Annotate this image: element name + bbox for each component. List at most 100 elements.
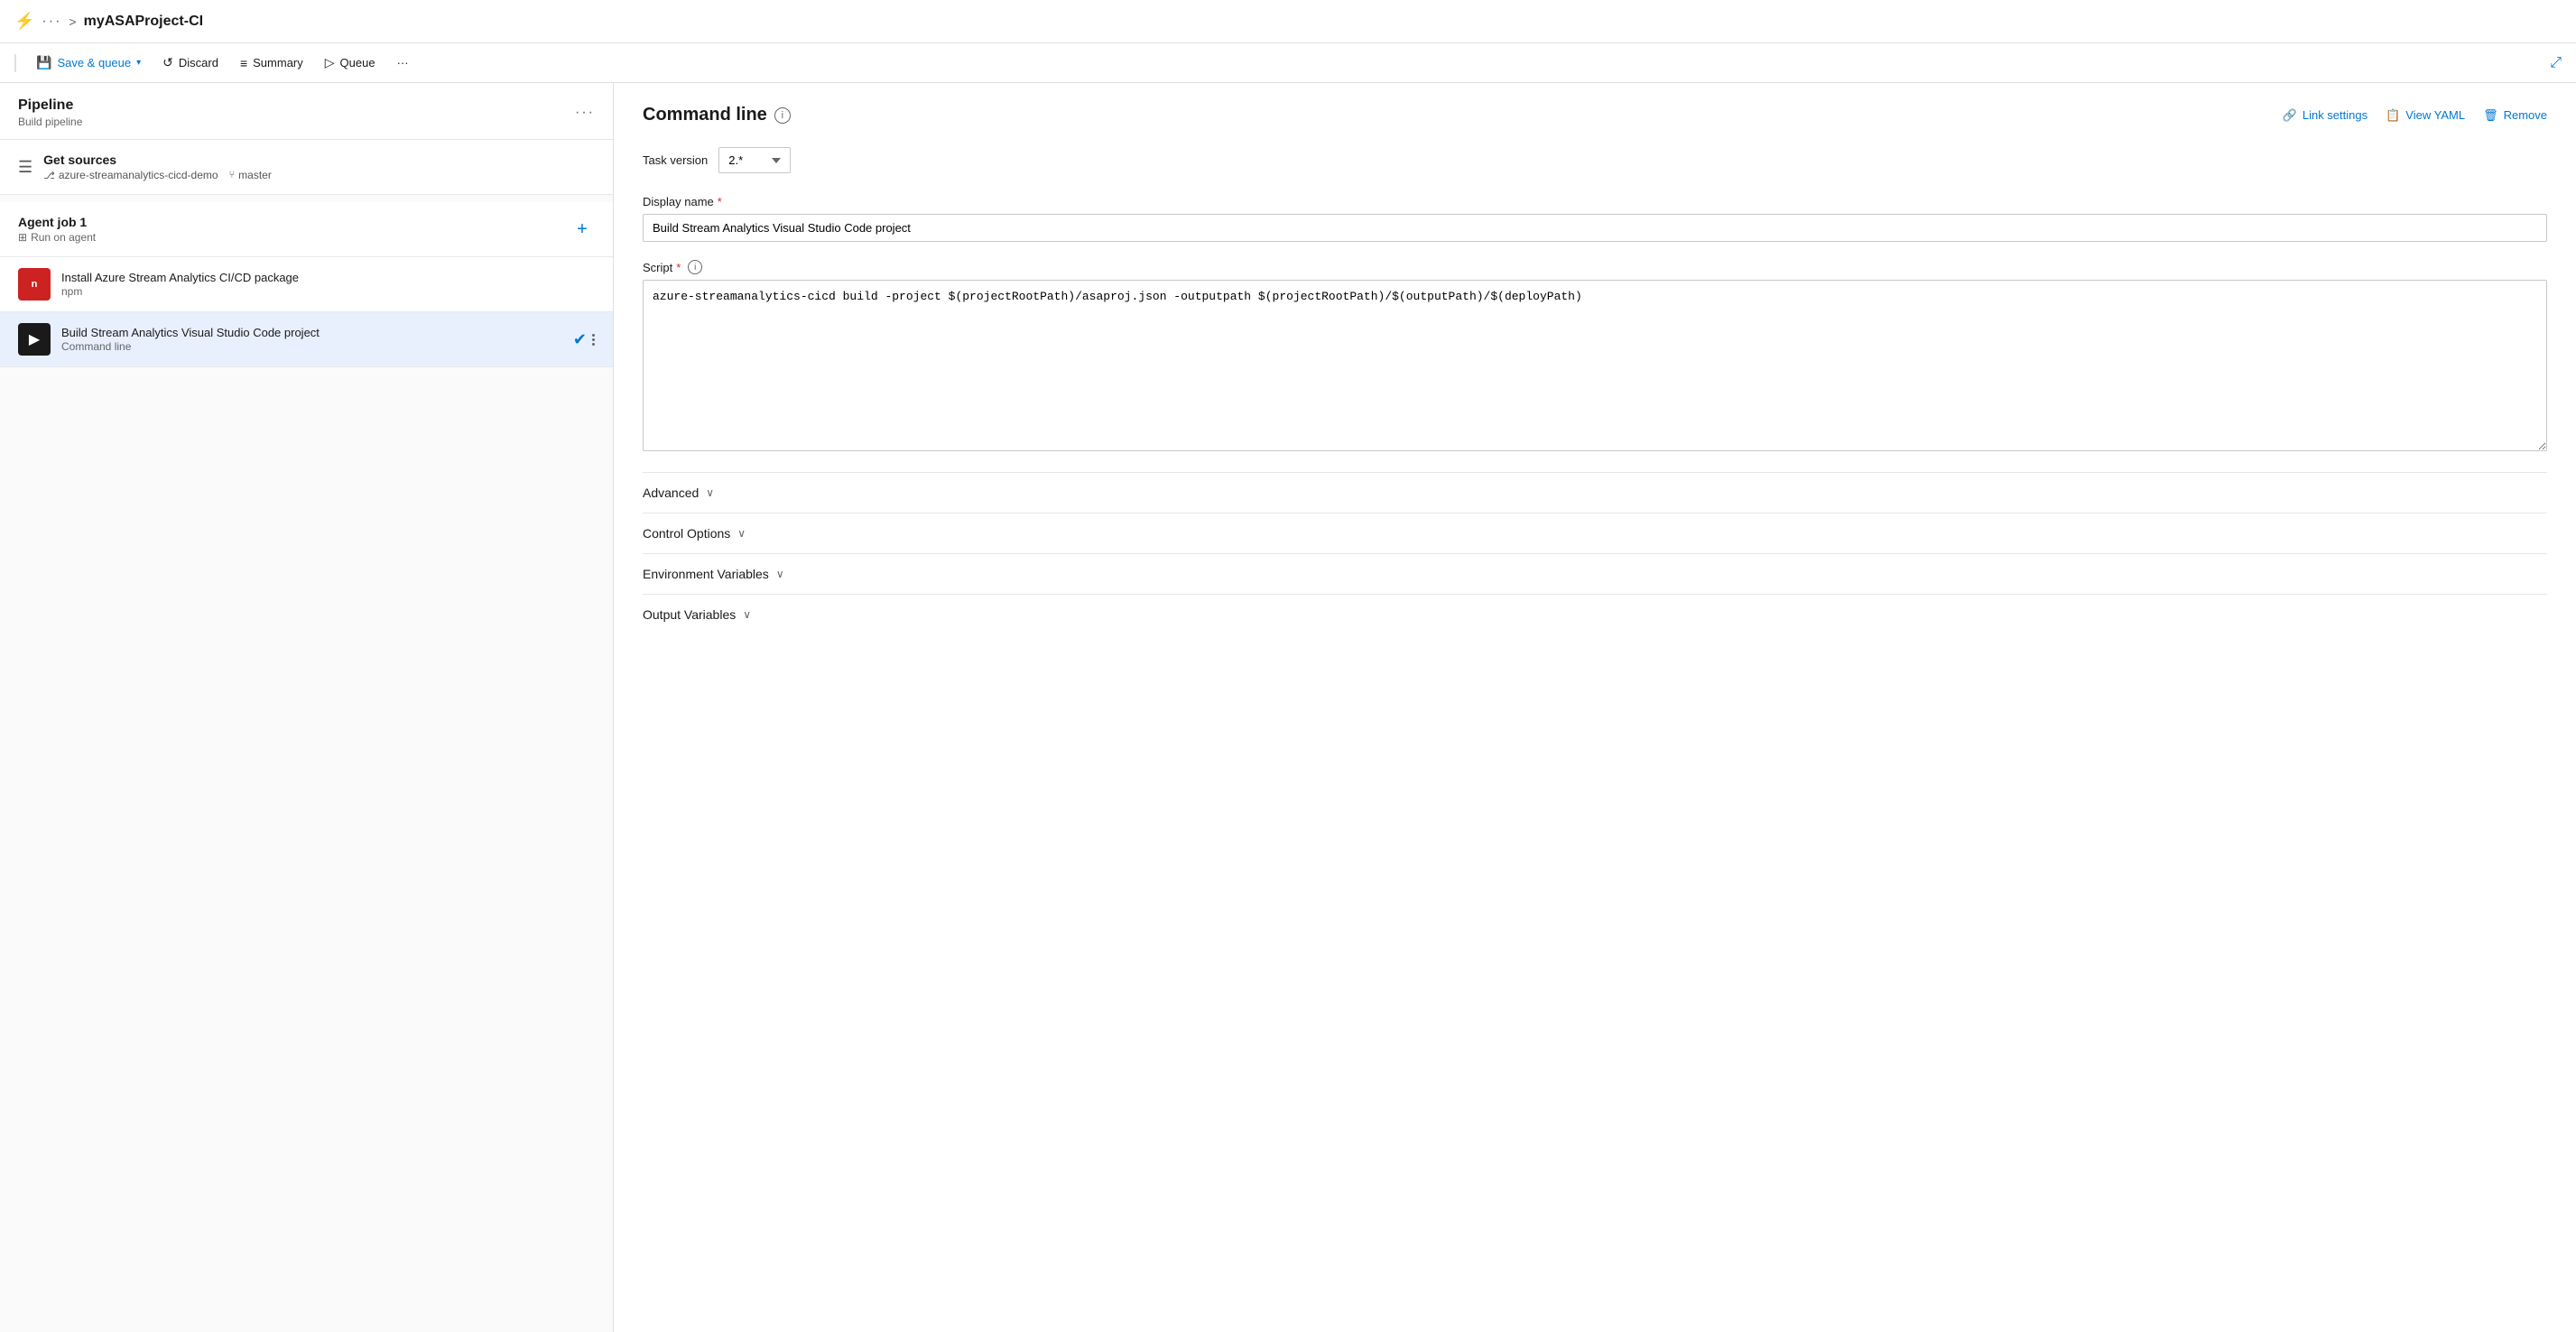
collapse-chevron-output-variables: ∨ <box>743 608 751 621</box>
task-version-select[interactable]: 2.* <box>718 147 791 173</box>
queue-button[interactable]: ▷ Queue <box>316 50 385 76</box>
topbar-title: myASAProject-CI <box>84 14 203 30</box>
section-output-variables: Output Variables ∨ <box>643 594 2547 634</box>
link-settings-button[interactable]: 🔗 Link settings <box>2283 108 2368 123</box>
yaml-icon: 📋 <box>2386 108 2400 123</box>
save-icon: 💾 <box>36 55 51 70</box>
discard-label: Discard <box>179 56 218 69</box>
task-cmd-subtitle: Command line <box>61 340 562 353</box>
get-sources-content: Get sources ⎇ azure-streamanalytics-cicd… <box>43 153 272 181</box>
pipeline-title-section: Pipeline Build pipeline <box>18 97 82 128</box>
script-textarea[interactable]: azure-streamanalytics-cicd build -projec… <box>643 280 2547 451</box>
main-layout: Pipeline Build pipeline ··· ☰ Get source… <box>0 83 2576 1332</box>
remove-button[interactable]: 🗑 Remove <box>2483 108 2547 123</box>
collapse-header-control-options[interactable]: Control Options ∨ <box>643 526 2547 541</box>
toolbar-more-button[interactable]: ··· <box>388 51 418 75</box>
cmd-info-icon[interactable]: i <box>774 107 791 124</box>
toolbar-more-dots: ··· <box>397 56 409 69</box>
pipeline-title: Pipeline <box>18 97 82 114</box>
cmd-task-icon: ▶ <box>18 323 51 356</box>
section-environment-variables: Environment Variables ∨ <box>643 553 2547 594</box>
dot2 <box>592 338 595 341</box>
topbar-more-button[interactable]: ··· <box>42 14 61 30</box>
task-npm-name: Install Azure Stream Analytics CI/CD pac… <box>61 271 595 284</box>
script-label: Script * i <box>643 260 2547 274</box>
section-advanced: Advanced ∨ <box>643 472 2547 513</box>
display-name-group: Display name * <box>643 195 2547 242</box>
view-yaml-label: View YAML <box>2405 108 2465 122</box>
topbar: ⚡ ··· > myASAProject-CI <box>0 0 2576 43</box>
script-group: Script * i azure-streamanalytics-cicd bu… <box>643 260 2547 454</box>
task-version-label: Task version <box>643 153 708 167</box>
toolbar-border <box>14 54 16 72</box>
view-yaml-button[interactable]: 📋 View YAML <box>2386 108 2465 123</box>
task-npm-item[interactable]: n Install Azure Stream Analytics CI/CD p… <box>0 257 613 312</box>
agent-job-title: Agent job 1 <box>18 215 96 229</box>
collapse-header-advanced[interactable]: Advanced ∨ <box>643 486 2547 500</box>
get-sources-branch: ⑂ master <box>229 169 272 181</box>
agent-job-subtitle: ⊞ Run on agent <box>18 231 96 244</box>
add-task-button[interactable]: + <box>570 217 595 242</box>
save-queue-button[interactable]: 💾 Save & queue ▾ <box>27 50 150 76</box>
pipeline-subtitle: Build pipeline <box>18 116 82 128</box>
cmd-icon-label: ▶ <box>29 330 40 348</box>
collapse-chevron-control-options: ∨ <box>737 527 746 540</box>
task-cmd-actions: ✔ <box>573 330 595 349</box>
collapse-label-output-variables: Output Variables <box>643 607 736 622</box>
cmd-title: Command line <box>643 105 767 125</box>
agent-job-subtitle-text: Run on agent <box>31 231 96 244</box>
task-check-icon: ✔ <box>573 330 587 349</box>
task-cmd-item[interactable]: ▶ Build Stream Analytics Visual Studio C… <box>0 312 613 367</box>
display-name-input[interactable] <box>643 214 2547 242</box>
cmd-title-area: Command line i <box>643 105 791 125</box>
expand-button[interactable]: ⤢ <box>2550 55 2562 71</box>
script-info-icon[interactable]: i <box>688 260 702 274</box>
get-sources-repo: ⎇ azure-streamanalytics-cicd-demo <box>43 169 218 181</box>
agent-icon: ⊞ <box>18 231 27 244</box>
dot1 <box>592 334 595 337</box>
save-queue-chevron: ▾ <box>136 58 141 68</box>
save-queue-label: Save & queue <box>57 56 131 69</box>
branch-name: master <box>238 169 272 181</box>
task-cmd-name: Build Stream Analytics Visual Studio Cod… <box>61 326 562 339</box>
pipeline-more-button[interactable]: ··· <box>575 105 595 121</box>
pipeline-header: Pipeline Build pipeline ··· <box>0 83 613 140</box>
summary-icon: ≡ <box>240 56 247 70</box>
task-version-row: Task version 2.* <box>643 147 2547 173</box>
branch-icon: ⑂ <box>229 170 236 180</box>
queue-label: Queue <box>340 56 375 69</box>
repo-name: azure-streamanalytics-cicd-demo <box>59 169 218 181</box>
summary-label: Summary <box>253 56 303 69</box>
get-sources-item[interactable]: ☰ Get sources ⎇ azure-streamanalytics-ci… <box>0 140 613 195</box>
collapse-chevron-advanced: ∨ <box>706 486 714 499</box>
left-panel: Pipeline Build pipeline ··· ☰ Get source… <box>0 83 614 1332</box>
display-name-label: Display name * <box>643 195 2547 208</box>
cmd-header: Command line i 🔗 Link settings 📋 View YA… <box>643 105 2547 125</box>
collapse-header-environment-variables[interactable]: Environment Variables ∨ <box>643 567 2547 581</box>
topbar-breadcrumb-chevron: > <box>69 14 76 29</box>
collapse-label-advanced: Advanced <box>643 486 699 500</box>
queue-icon: ▷ <box>325 55 335 70</box>
repo-icon: ⎇ <box>43 170 55 181</box>
collapse-chevron-environment-variables: ∨ <box>776 568 784 580</box>
collapse-header-output-variables[interactable]: Output Variables ∨ <box>643 607 2547 622</box>
app-icon: ⚡ <box>14 12 34 31</box>
agent-job-item[interactable]: Agent job 1 ⊞ Run on agent + <box>0 202 613 257</box>
npm-task-icon: n <box>18 268 51 301</box>
task-more-button[interactable] <box>592 334 595 346</box>
get-sources-icon: ☰ <box>18 158 32 177</box>
discard-button[interactable]: ↺ Discard <box>153 50 227 76</box>
display-name-required: * <box>718 195 722 208</box>
get-sources-meta: ⎇ azure-streamanalytics-cicd-demo ⑂ mast… <box>43 169 272 181</box>
agent-job-left: Agent job 1 ⊞ Run on agent <box>18 215 96 244</box>
collapsible-sections: Advanced ∨ Control Options ∨ Environment… <box>643 472 2547 634</box>
task-npm-content: Install Azure Stream Analytics CI/CD pac… <box>61 271 595 298</box>
collapse-label-control-options: Control Options <box>643 526 730 541</box>
summary-button[interactable]: ≡ Summary <box>231 51 312 76</box>
dot3 <box>592 343 595 346</box>
cmd-actions: 🔗 Link settings 📋 View YAML 🗑 Remove <box>2283 108 2547 123</box>
remove-label: Remove <box>2504 108 2547 122</box>
toolbar: 💾 Save & queue ▾ ↺ Discard ≡ Summary ▷ Q… <box>0 43 2576 83</box>
section-control-options: Control Options ∨ <box>643 513 2547 553</box>
script-required: * <box>676 261 681 274</box>
